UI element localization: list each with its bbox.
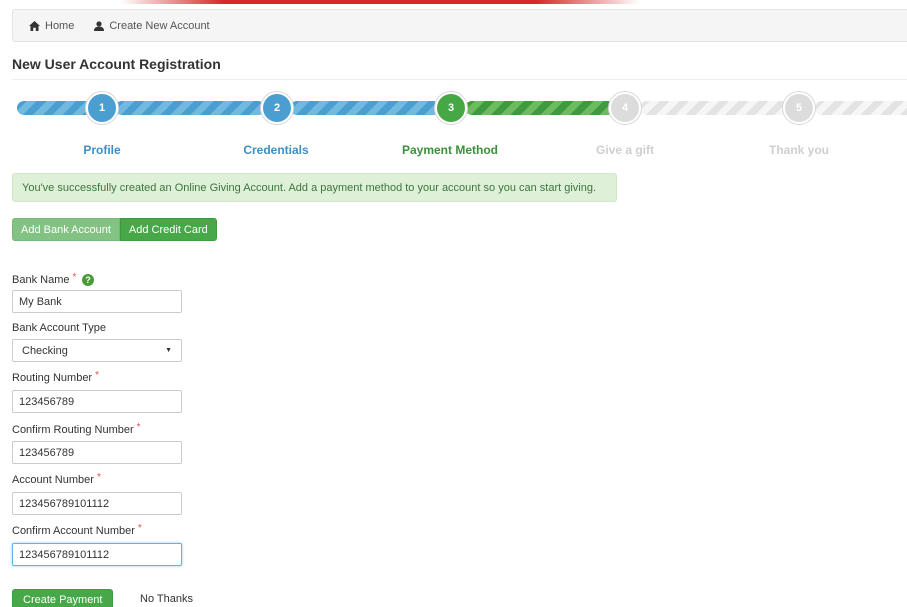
step-4-circle: 4 — [609, 92, 641, 124]
confirm-account-number-label: Confirm Account Number * — [12, 522, 142, 538]
account-type-label: Bank Account Type — [12, 322, 106, 334]
step-2-circle[interactable]: 2 — [261, 92, 293, 124]
step-5-label: Thank you — [768, 143, 829, 157]
step-4-label: Give a gift — [595, 143, 654, 157]
confirm-routing-number-input[interactable] — [12, 441, 182, 464]
account-number-label-text: Account Number — [12, 474, 94, 486]
required-marker: * — [136, 421, 141, 433]
routing-number-label: Routing Number * — [12, 369, 99, 385]
wizard-track-2 — [115, 101, 265, 115]
required-marker: * — [95, 369, 99, 381]
step-2-label: Credentials — [243, 143, 309, 157]
step-1-label: Profile — [83, 143, 121, 157]
confirm-account-number-label-text: Confirm Account Number — [12, 525, 135, 537]
success-alert: You've successfully created an Online Gi… — [12, 173, 617, 202]
breadcrumb-home[interactable]: Home — [29, 20, 74, 32]
caret-down-icon: ▼ — [165, 347, 172, 354]
success-alert-message: You've successfully created an Online Gi… — [22, 181, 597, 194]
add-bank-account-button[interactable]: Add Bank Account — [12, 218, 120, 241]
payment-method-tabs: Add Bank Account Add Credit Card — [12, 218, 217, 241]
step-5-circle: 5 — [783, 92, 815, 124]
home-icon — [29, 20, 40, 31]
confirm-account-number-input[interactable] — [12, 543, 182, 566]
step-3-label: Payment Method — [401, 143, 498, 157]
account-number-label: Account Number * — [12, 471, 101, 487]
breadcrumb: Home Create New Account — [12, 9, 907, 42]
breadcrumb-current-label: Create New Account — [109, 19, 210, 32]
step-1-circle[interactable]: 1 — [86, 92, 118, 124]
routing-number-label-text: Routing Number — [12, 372, 93, 384]
wizard-track-4 — [465, 101, 615, 115]
bank-name-input[interactable] — [12, 290, 182, 313]
breadcrumb-current: Create New Account — [94, 19, 210, 32]
question-circle-icon[interactable]: ? — [82, 274, 95, 286]
bank-name-label-text: Bank Name — [12, 274, 70, 286]
title-divider — [12, 79, 907, 80]
required-marker: * — [137, 522, 142, 534]
routing-number-input[interactable] — [12, 390, 182, 413]
breadcrumb-home-label: Home — [45, 19, 75, 32]
page-title: New User Account Registration — [12, 56, 221, 72]
user-icon — [94, 20, 105, 31]
top-accent-bar — [120, 0, 640, 4]
wizard-track-3 — [290, 101, 440, 115]
required-marker: * — [72, 271, 77, 283]
confirm-routing-number-label: Confirm Routing Number * — [12, 421, 141, 437]
registration-wizard: 1 2 3 4 5 Profile Credentials Payment Me… — [0, 92, 907, 157]
account-type-value: Checking — [22, 344, 68, 357]
add-credit-card-button[interactable]: Add Credit Card — [119, 218, 217, 241]
account-type-select[interactable]: Checking ▼ — [12, 339, 182, 362]
svg-text:?: ? — [86, 275, 92, 285]
required-marker: * — [96, 471, 101, 483]
no-thanks-link[interactable]: No Thanks — [140, 593, 193, 605]
wizard-track-5 — [640, 101, 790, 115]
bank-name-label: Bank Name * ? — [12, 271, 95, 286]
create-payment-button[interactable]: Create Payment — [12, 589, 114, 607]
wizard-track-6 — [815, 101, 907, 115]
confirm-routing-number-label-text: Confirm Routing Number — [12, 424, 134, 436]
account-number-input[interactable] — [12, 492, 182, 515]
step-3-circle[interactable]: 3 — [435, 92, 467, 124]
